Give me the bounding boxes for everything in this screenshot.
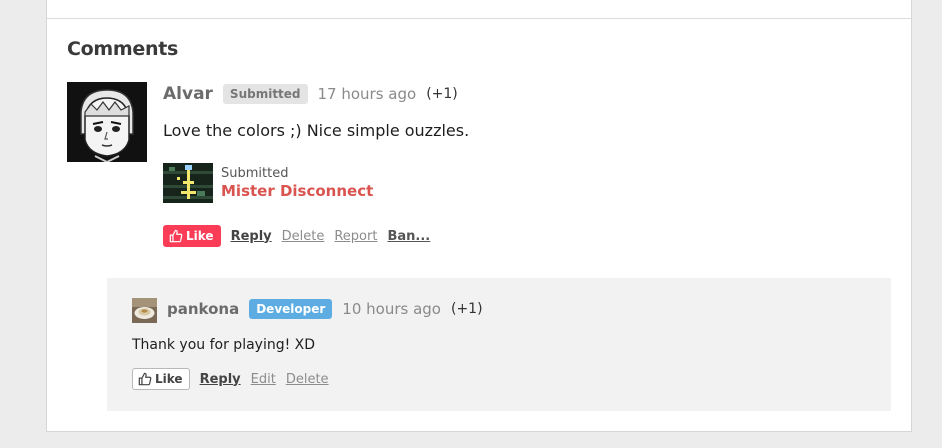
reply-header: pankona Developer 10 hours ago (+1) bbox=[167, 299, 483, 319]
reply-like-label: Like bbox=[155, 372, 183, 386]
comment-time[interactable]: 17 hours ago bbox=[318, 85, 417, 103]
submission-label: Submitted bbox=[221, 166, 289, 181]
comment-author[interactable]: Alvar bbox=[163, 84, 213, 104]
reply-like-button[interactable]: Like bbox=[132, 368, 190, 390]
developer-badge: Developer bbox=[249, 299, 333, 319]
reply-body: Thank you for playing! XD bbox=[132, 337, 316, 353]
submitted-badge: Submitted bbox=[222, 84, 308, 104]
avatar[interactable] bbox=[67, 82, 147, 162]
comments-panel: Comments Alvar Submitted 17 hours ago (+… bbox=[46, 0, 912, 432]
game-thumbnail-image bbox=[163, 163, 213, 203]
like-button[interactable]: Like bbox=[163, 225, 221, 247]
comment-score: (+1) bbox=[426, 86, 458, 102]
reply-reply-link[interactable]: Reply bbox=[200, 372, 241, 387]
delete-link[interactable]: Delete bbox=[282, 229, 325, 244]
report-link[interactable]: Report bbox=[334, 229, 377, 244]
submission-info: Submitted Mister Disconnect bbox=[221, 166, 373, 200]
submission-title-link[interactable]: Mister Disconnect bbox=[221, 182, 373, 200]
thumbs-up-icon bbox=[138, 372, 152, 386]
reply-score: (+1) bbox=[450, 301, 483, 317]
comment-actions: Like Reply Delete Report Ban... bbox=[163, 225, 430, 247]
avatar-image bbox=[67, 82, 147, 162]
comment-header: Alvar Submitted 17 hours ago (+1) bbox=[163, 84, 458, 104]
comment-body: Love the colors ;) Nice simple ouzzles. bbox=[163, 121, 470, 140]
reply-link[interactable]: Reply bbox=[231, 229, 272, 244]
comments-heading: Comments bbox=[67, 38, 178, 60]
reply-delete-link[interactable]: Delete bbox=[286, 372, 329, 387]
divider bbox=[47, 18, 911, 19]
reply-actions: Like Reply Edit Delete bbox=[132, 368, 329, 390]
reply-time[interactable]: 10 hours ago bbox=[342, 300, 441, 318]
like-label: Like bbox=[186, 229, 214, 243]
game-thumbnail[interactable] bbox=[163, 163, 213, 203]
ban-link[interactable]: Ban... bbox=[387, 229, 430, 244]
reply-author[interactable]: pankona bbox=[167, 300, 239, 318]
thumbs-up-icon bbox=[169, 229, 183, 243]
reply-avatar[interactable] bbox=[132, 298, 157, 323]
reply-avatar-image bbox=[132, 298, 157, 323]
reply-edit-link[interactable]: Edit bbox=[251, 372, 276, 387]
